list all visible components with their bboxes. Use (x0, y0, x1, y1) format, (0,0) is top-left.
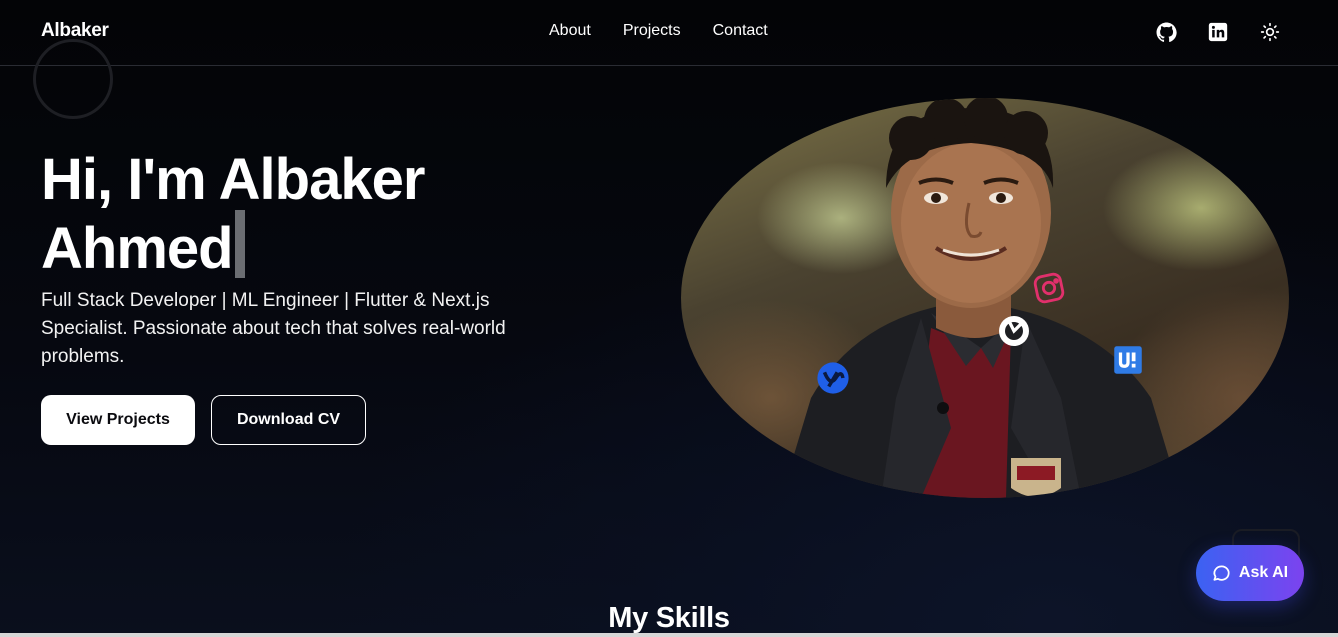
nav-link-contact[interactable]: Contact (713, 22, 768, 40)
profile-photo (681, 98, 1289, 498)
hero-title-name: Ahmed (41, 216, 234, 281)
page-scroll-edge (0, 633, 1338, 637)
github-icon (995, 312, 1033, 350)
chat-bubble-icon (1212, 564, 1231, 583)
upwork-icon (815, 360, 851, 396)
decorative-ring (33, 39, 113, 119)
header-actions (1155, 21, 1281, 43)
nav-link-projects[interactable]: Projects (623, 22, 681, 40)
ui-badge-icon (1112, 344, 1144, 376)
page: Albaker About Projects Contact Hi, I'm A… (0, 0, 1338, 637)
skills-heading: My Skills (608, 602, 730, 634)
sun-icon[interactable] (1259, 21, 1281, 43)
site-header: Albaker About Projects Contact (0, 0, 1338, 66)
person-illustration (781, 98, 1181, 498)
ask-ai-label: Ask AI (1238, 564, 1289, 581)
hero-title-line-2: Ahmed (41, 210, 424, 279)
typing-cursor (234, 210, 245, 278)
view-projects-button[interactable]: View Projects (41, 395, 195, 445)
download-cv-button[interactable]: Download CV (211, 395, 366, 445)
github-icon[interactable] (1155, 21, 1177, 43)
instagram-icon (1030, 270, 1068, 306)
hero-title: Hi, I'm Albaker Ahmed (41, 147, 425, 279)
hero-subtitle: Full Stack Developer | ML Engineer | Flu… (41, 290, 506, 367)
ask-ai-button[interactable]: Ask AI (1196, 545, 1304, 601)
hero-title-line-1: Hi, I'm Albaker (41, 147, 425, 212)
linkedin-icon[interactable] (1207, 21, 1229, 43)
nav-link-about[interactable]: About (549, 22, 591, 40)
main-nav: About Projects Contact (549, 22, 768, 40)
